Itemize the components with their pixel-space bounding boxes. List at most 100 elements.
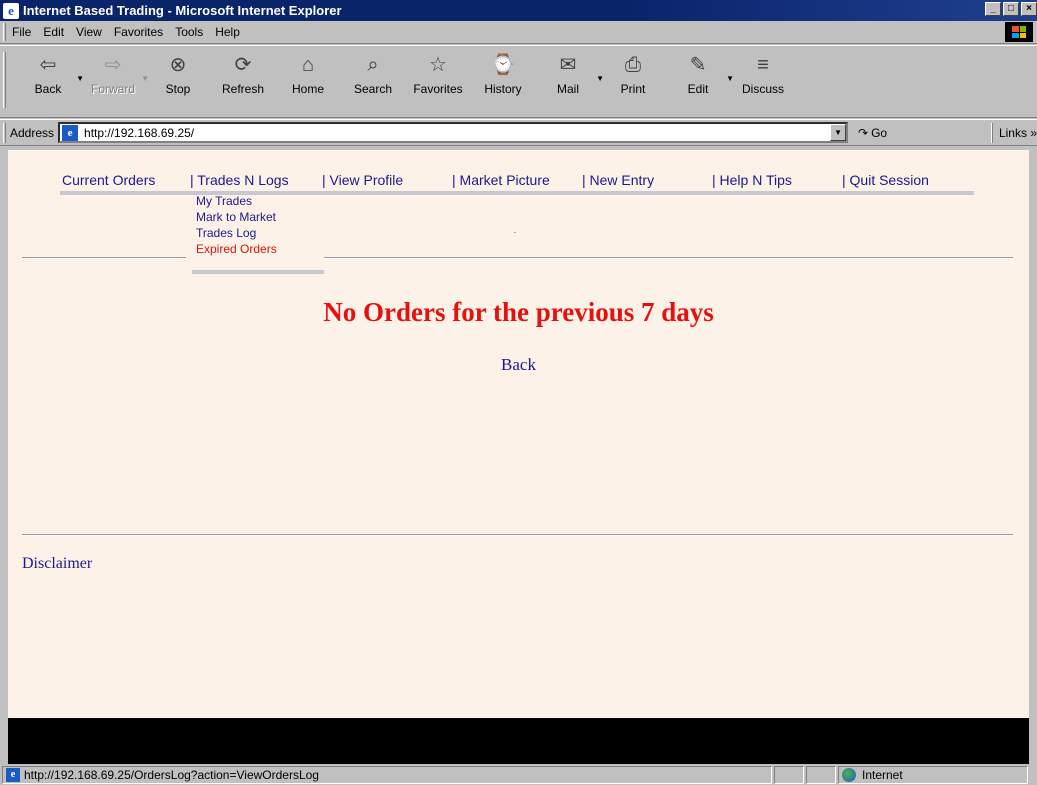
page-icon: e bbox=[62, 124, 79, 141]
history-icon: ⌚ bbox=[490, 54, 516, 76]
home-button[interactable]: ⌂ Home bbox=[278, 52, 338, 96]
refresh-button[interactable]: ⟳ Refresh bbox=[213, 52, 273, 96]
menu-help[interactable]: Help bbox=[209, 25, 246, 39]
links-button[interactable]: Links » bbox=[991, 123, 1037, 143]
maximize-button[interactable]: □ bbox=[1003, 2, 1019, 16]
close-button[interactable]: × bbox=[1021, 2, 1037, 16]
submenu-expired-orders[interactable]: Expired Orders bbox=[196, 241, 277, 257]
status-url: http://192.168.69.25/OrdersLog?action=Vi… bbox=[24, 768, 319, 782]
nav-help-n-tips[interactable]: | Help N Tips bbox=[712, 172, 792, 188]
back-link: Back bbox=[8, 355, 1029, 375]
home-label: Home bbox=[291, 82, 324, 96]
status-pane-security bbox=[806, 766, 836, 784]
windows-logo-icon bbox=[1005, 22, 1033, 42]
submenu-trades-log[interactable]: Trades Log bbox=[196, 225, 277, 241]
history-label: History bbox=[484, 82, 522, 96]
forward-label: Forward bbox=[90, 82, 135, 96]
print-icon: ⎙ bbox=[625, 54, 641, 76]
nav-view-profile[interactable]: | View Profile bbox=[322, 172, 403, 188]
menu-favorites[interactable]: Favorites bbox=[108, 25, 169, 39]
home-icon: ⌂ bbox=[301, 54, 315, 76]
go-label: Go bbox=[871, 125, 888, 140]
stop-label: Stop bbox=[165, 82, 191, 96]
address-dropdown-button[interactable]: ▼ bbox=[830, 124, 847, 141]
forward-arrow-icon: ⇨ bbox=[104, 54, 122, 76]
status-pane-progress bbox=[774, 766, 804, 784]
stop-button[interactable]: ⊗ Stop bbox=[148, 52, 208, 96]
mail-label: Mail bbox=[556, 82, 579, 96]
menu-view[interactable]: View bbox=[70, 25, 108, 39]
menu-bar: File Edit View Favorites Tools Help bbox=[0, 21, 1037, 44]
nav-quit-session[interactable]: | Quit Session bbox=[842, 172, 929, 188]
window-controls: _ □ × bbox=[985, 2, 1037, 16]
footer-divider bbox=[22, 534, 1013, 536]
disclaimer-link[interactable]: Disclaimer bbox=[22, 555, 92, 573]
frame-left bbox=[0, 146, 8, 766]
search-button[interactable]: ⌕ Search bbox=[343, 52, 403, 96]
mail-icon: ✉ bbox=[559, 54, 577, 76]
address-label: Address bbox=[10, 125, 55, 140]
minimize-button[interactable]: _ bbox=[985, 2, 1001, 16]
ie-logo-icon: e bbox=[3, 2, 19, 19]
nav-trades-n-logs[interactable]: | Trades N Logs bbox=[190, 172, 289, 188]
nav-market-picture[interactable]: | Market Picture bbox=[452, 172, 550, 188]
main-nav: Current Orders | Trades N Logs | View Pr… bbox=[8, 172, 1029, 196]
edit-icon: ✎ bbox=[689, 54, 707, 76]
nav-new-entry[interactable]: | New Entry bbox=[582, 172, 654, 188]
address-grip[interactable] bbox=[3, 122, 6, 143]
stop-icon: ⊗ bbox=[169, 54, 187, 76]
frame-right bbox=[1029, 146, 1037, 766]
search-label: Search bbox=[353, 82, 393, 96]
stray-dot bbox=[514, 232, 516, 233]
back-label: Back bbox=[34, 82, 62, 96]
print-label: Print bbox=[620, 82, 646, 96]
favorites-icon: ☆ bbox=[429, 54, 447, 76]
menu-tools[interactable]: Tools bbox=[169, 25, 209, 39]
submenu-underline bbox=[192, 270, 324, 274]
favorites-button[interactable]: ☆ Favorites bbox=[408, 52, 468, 96]
bottom-frame bbox=[8, 718, 1029, 764]
divider-right bbox=[324, 257, 1013, 259]
window-title: Internet Based Trading - Microsoft Inter… bbox=[23, 3, 342, 18]
forward-button[interactable]: ⇨ Forward ▼ bbox=[83, 52, 149, 96]
back-button[interactable]: ⇦ Back ▼ bbox=[18, 52, 84, 96]
status-zone-pane: Internet bbox=[838, 766, 1028, 784]
address-input[interactable]: e http://192.168.69.25/ ▼ bbox=[58, 122, 849, 143]
menu-edit[interactable]: Edit bbox=[37, 25, 70, 39]
go-arrow-icon: ↷ bbox=[858, 125, 869, 140]
standard-toolbar: ⇦ Back ▼ ⇨ Forward ▼ ⊗ Stop ⟳ Refresh ⌂ Home ⌕ Search… bbox=[0, 45, 1037, 118]
back-arrow-icon: ⇦ bbox=[39, 54, 57, 76]
address-bar: Address e http://192.168.69.25/ ▼ ↷ Go L… bbox=[0, 119, 1037, 146]
edit-button[interactable]: ✎ Edit ▼ bbox=[668, 52, 734, 96]
address-url[interactable]: http://192.168.69.25/ bbox=[84, 126, 194, 140]
internet-globe-icon bbox=[842, 768, 856, 782]
status-page-icon: e bbox=[6, 768, 20, 782]
status-url-pane: e http://192.168.69.25/OrdersLog?action=… bbox=[2, 766, 772, 784]
discuss-button[interactable]: ≡ Discuss bbox=[733, 52, 793, 96]
nav-current-orders[interactable]: Current Orders bbox=[62, 172, 155, 188]
title-bar[interactable]: e Internet Based Trading - Microsoft Int… bbox=[0, 0, 1037, 21]
discuss-icon: ≡ bbox=[757, 54, 769, 76]
page-content: Current Orders | Trades N Logs | View Pr… bbox=[8, 150, 1029, 718]
trades-submenu: My Trades Mark to Market Trades Log Expi… bbox=[196, 193, 277, 257]
print-button[interactable]: ⎙ Print bbox=[603, 52, 663, 96]
back-link-text[interactable]: Back bbox=[501, 355, 536, 374]
refresh-icon: ⟳ bbox=[234, 54, 252, 76]
submenu-my-trades[interactable]: My Trades bbox=[196, 193, 277, 209]
submenu-mark-to-market[interactable]: Mark to Market bbox=[196, 209, 277, 225]
menu-file[interactable]: File bbox=[6, 25, 37, 39]
status-bar: e http://192.168.69.25/OrdersLog?action=… bbox=[0, 765, 1037, 785]
discuss-label: Discuss bbox=[741, 82, 784, 96]
divider-left bbox=[22, 257, 186, 259]
history-button[interactable]: ⌚ History bbox=[473, 52, 533, 96]
go-button[interactable]: ↷ Go bbox=[858, 126, 887, 140]
mail-button[interactable]: ✉ Mail ▼ bbox=[538, 52, 604, 96]
status-zone: Internet bbox=[862, 768, 903, 782]
toolbar-grip[interactable] bbox=[3, 52, 6, 108]
favorites-label: Favorites bbox=[413, 82, 463, 96]
no-orders-message: No Orders for the previous 7 days bbox=[323, 297, 714, 327]
edit-label: Edit bbox=[687, 82, 709, 96]
refresh-label: Refresh bbox=[221, 82, 265, 96]
links-label: Links bbox=[998, 126, 1027, 140]
search-icon: ⌕ bbox=[367, 54, 379, 76]
